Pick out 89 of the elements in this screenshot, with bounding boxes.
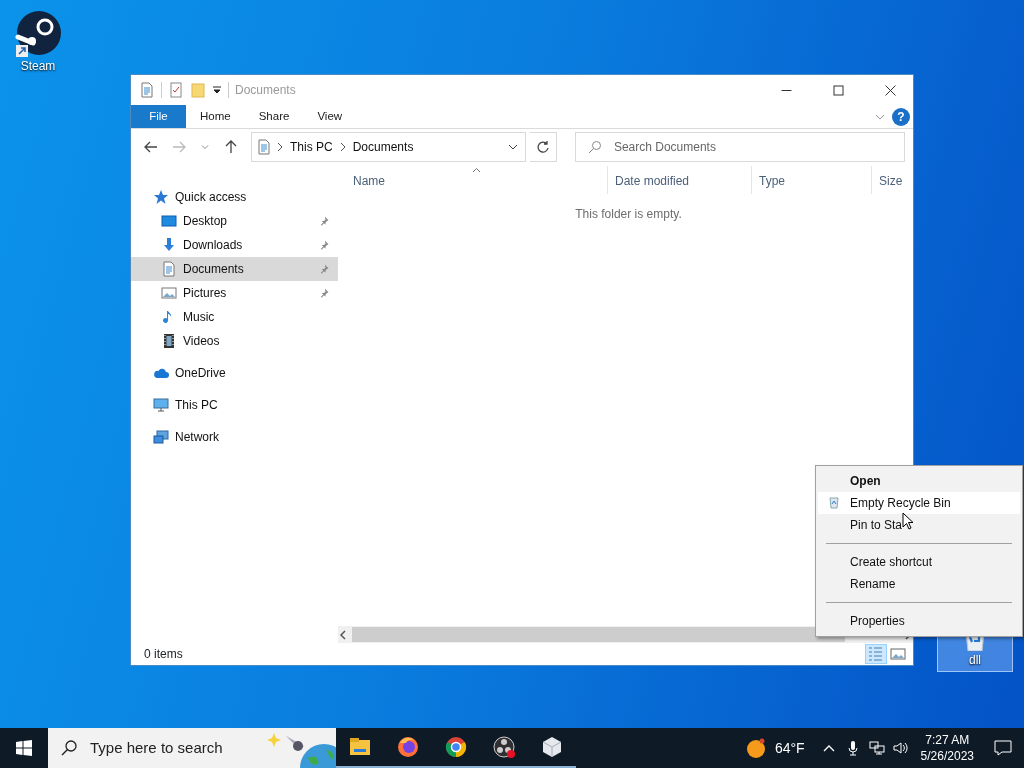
empty-folder-message: This folder is empty.	[574, 206, 683, 223]
pin-icon	[318, 263, 330, 275]
nav-item[interactable]: Documents	[131, 257, 338, 281]
clock-time: 7:27 AM	[924, 731, 971, 748]
weather-temperature[interactable]: 64°F	[774, 737, 805, 759]
document-icon[interactable]	[139, 82, 155, 98]
column-header[interactable]: Size	[871, 166, 909, 194]
address-bar[interactable]: This PC Documents	[251, 132, 526, 162]
nav-item-label: Network	[175, 429, 220, 446]
monitor-icon	[153, 397, 169, 413]
pin-icon	[318, 239, 330, 251]
cube-icon[interactable]	[540, 735, 564, 759]
context-menu-item[interactable]: Open	[818, 470, 1020, 492]
nav-item[interactable]: This PC	[131, 393, 338, 417]
nav-item[interactable]: OneDrive	[131, 361, 338, 385]
column-header[interactable]: Name	[344, 166, 607, 194]
nav-item[interactable]: Pictures	[131, 281, 338, 305]
scroll-left-icon[interactable]	[338, 629, 348, 640]
desktop-icon-label: dll	[969, 652, 981, 669]
nav-item[interactable]: Downloads	[131, 233, 338, 257]
browser-circle-icon[interactable]	[444, 735, 468, 759]
nav-item[interactable]: Network	[131, 425, 338, 449]
context-menu-item[interactable]: Pin to Sta	[818, 514, 1020, 536]
network-icon	[153, 429, 169, 445]
scrollbar-thumb[interactable]	[352, 627, 845, 642]
clock[interactable]: 7:27 AM 5/26/2023	[912, 728, 982, 768]
checklist-icon[interactable]	[168, 82, 184, 98]
close-icon[interactable]	[884, 84, 896, 96]
nav-item-label: This PC	[175, 397, 219, 414]
back-arrow-icon[interactable]	[143, 139, 159, 155]
film-icon	[161, 333, 177, 349]
pin-icon	[318, 287, 330, 299]
nav-item[interactable]: Music	[131, 305, 338, 329]
column-header[interactable]: Date modified	[607, 166, 751, 194]
maximize-icon[interactable]	[832, 84, 844, 96]
pin-icon	[318, 215, 330, 227]
nav-item-label: Pictures	[183, 285, 228, 302]
sort-caret-icon	[471, 167, 481, 173]
column-header[interactable]: Type	[751, 166, 871, 194]
record-circle-icon[interactable]	[492, 735, 516, 759]
clock-date: 5/26/2023	[920, 748, 974, 765]
search-icon	[60, 739, 78, 757]
nav-item-label: OneDrive	[175, 365, 227, 382]
refresh-icon[interactable]	[535, 140, 550, 154]
window-title: Documents	[235, 82, 296, 99]
chevron-right-icon	[338, 142, 347, 152]
taskbar-search-field[interactable]: Type here to search	[88, 735, 254, 761]
picture-icon	[161, 285, 177, 301]
nav-item-label: Quick access	[175, 189, 248, 206]
context-menu-item[interactable]: Create shortcut	[818, 551, 1020, 573]
nav-item-label: Videos	[183, 333, 221, 350]
context-menu-item[interactable]: Rename	[818, 573, 1020, 595]
sun-icon[interactable]	[744, 737, 767, 759]
document-icon	[256, 139, 272, 155]
context-menu-item[interactable]: Empty Recycle Bin	[818, 492, 1020, 514]
ribbon-tab[interactable]: Home	[186, 105, 245, 128]
nav-item-label: Documents	[183, 261, 245, 278]
file-menu-tab[interactable]: File	[131, 105, 186, 128]
item-count: 0 items	[144, 646, 183, 663]
speaker-icon[interactable]	[892, 740, 909, 756]
chevron-right-icon	[276, 142, 284, 152]
notification-icon[interactable]	[994, 739, 1012, 757]
search-icon	[587, 140, 602, 154]
help-button[interactable]: ?	[892, 108, 910, 126]
down-arrow-icon	[161, 237, 177, 253]
breadcrumb-link[interactable]: Documents	[350, 138, 416, 156]
desktop-icon-label: Steam	[20, 58, 56, 75]
search-field[interactable]: Search Documents	[611, 137, 904, 157]
search-box[interactable]: Search Documents	[574, 132, 905, 162]
windows-logo-icon[interactable]	[16, 740, 32, 756]
document-icon	[161, 261, 177, 277]
ribbon-tab[interactable]: Share	[244, 105, 304, 128]
up-arrow-icon[interactable]	[223, 139, 239, 155]
fox-globe-icon[interactable]	[396, 735, 420, 759]
breadcrumb-link[interactable]: This PC	[288, 138, 335, 156]
steam-logo-icon	[14, 9, 62, 57]
nav-item[interactable]: Quick access	[131, 185, 338, 209]
star-icon	[153, 189, 169, 205]
network-icon[interactable]	[868, 740, 885, 756]
ribbon-tab[interactable]: View	[303, 105, 357, 128]
nav-item[interactable]: Desktop	[131, 209, 338, 233]
recycle-bin-icon	[828, 497, 840, 509]
nav-item-label: Downloads	[183, 237, 244, 254]
nav-item-label: Desktop	[183, 213, 229, 230]
mouse-cursor-icon	[902, 512, 914, 530]
taskbar-search-box[interactable]: Type here to search	[48, 728, 336, 768]
nav-item[interactable]: Videos	[131, 329, 338, 353]
nav-item-label: Music	[183, 309, 216, 326]
desktop-icon	[161, 213, 177, 229]
